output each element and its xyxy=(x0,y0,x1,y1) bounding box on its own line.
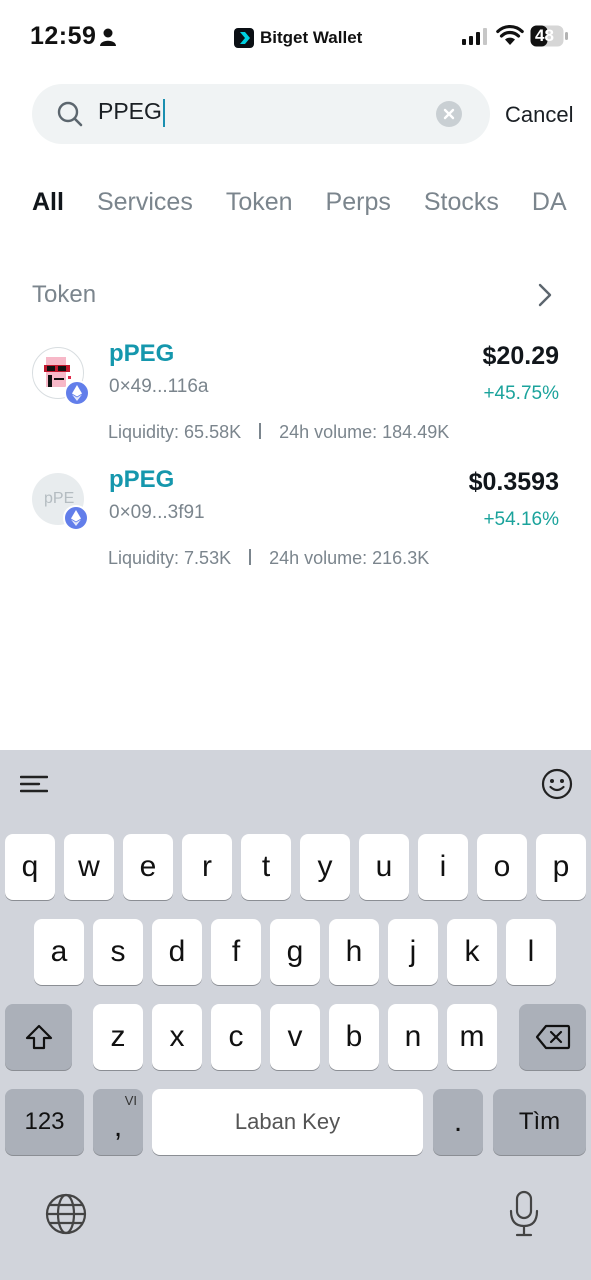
token-avatar xyxy=(32,347,90,406)
token-row[interactable]: pPE pPEG 0×09...3f91 $0.3593 +54.16% Liq… xyxy=(32,466,559,576)
text-caret xyxy=(162,98,165,127)
key-a[interactable]: a xyxy=(34,919,84,985)
key-y[interactable]: y xyxy=(300,834,350,900)
search-input-value: PPEG xyxy=(98,98,162,124)
key-o[interactable]: o xyxy=(477,834,527,900)
brand-name: Bitget Wallet xyxy=(260,28,363,47)
search-input[interactable]: PPEG xyxy=(98,98,418,130)
search-icon xyxy=(57,101,83,127)
language-label: VI xyxy=(124,1093,137,1108)
key-k[interactable]: k xyxy=(447,919,497,985)
ethereum-chain-icon xyxy=(63,505,89,531)
ethereum-chain-icon xyxy=(64,380,90,406)
key-g[interactable]: g xyxy=(270,919,320,985)
microphone-icon[interactable] xyxy=(508,1190,540,1238)
bitget-logo-icon xyxy=(234,28,254,48)
tab-all[interactable]: All xyxy=(32,188,64,217)
key-q[interactable]: q xyxy=(5,834,55,900)
token-row[interactable]: pPEG 0×49...116a $20.29 +45.75% Liquidit… xyxy=(32,340,559,450)
token-change: +45.75% xyxy=(483,383,559,404)
token-meta: Liquidity: 65.58K 24h volume: 184.49K xyxy=(108,422,449,443)
key-x[interactable]: x xyxy=(152,1004,202,1070)
globe-icon[interactable] xyxy=(44,1192,88,1236)
shift-icon xyxy=(25,1024,52,1050)
keyboard: q w e r t y u i o p a s d f g h j k l z … xyxy=(0,750,591,1280)
backspace-icon xyxy=(535,1024,570,1050)
status-bar: 12:59 Bitget Wallet 48 xyxy=(0,0,591,72)
token-price: $20.29 xyxy=(482,342,559,370)
key-d[interactable]: d xyxy=(152,919,202,985)
period-key[interactable]: . xyxy=(433,1089,483,1155)
keyboard-menu-icon[interactable] xyxy=(20,774,48,794)
key-r[interactable]: r xyxy=(182,834,232,900)
shift-key[interactable] xyxy=(5,1004,72,1070)
key-v[interactable]: v xyxy=(270,1004,320,1070)
key-z[interactable]: z xyxy=(93,1004,143,1070)
battery-level: 48 xyxy=(535,26,554,45)
cancel-button[interactable]: Cancel xyxy=(505,102,573,128)
key-h[interactable]: h xyxy=(329,919,379,985)
key-j[interactable]: j xyxy=(388,919,438,985)
divider xyxy=(259,423,262,439)
key-l[interactable]: l xyxy=(506,919,556,985)
token-change: +54.16% xyxy=(483,509,559,530)
token-price: $0.3593 xyxy=(468,468,559,496)
category-tabs: All Services Token Perps Stocks DA xyxy=(32,188,591,217)
key-p[interactable]: p xyxy=(536,834,586,900)
brand: Bitget Wallet xyxy=(234,28,362,48)
tab-stocks[interactable]: Stocks xyxy=(424,188,499,217)
tab-perps[interactable]: Perps xyxy=(326,188,391,217)
key-m[interactable]: m xyxy=(447,1004,497,1070)
token-liquidity: Liquidity: 65.58K xyxy=(108,422,242,442)
token-address: 0×09...3f91 xyxy=(109,502,205,523)
tab-token[interactable]: Token xyxy=(226,188,293,217)
divider xyxy=(249,549,252,565)
token-volume: 24h volume: 184.49K xyxy=(279,422,450,442)
key-u[interactable]: u xyxy=(359,834,409,900)
tab-services[interactable]: Services xyxy=(97,188,193,217)
wifi-icon xyxy=(496,24,524,45)
status-time: 12:59 xyxy=(30,22,97,50)
key-e[interactable]: e xyxy=(123,834,173,900)
key-s[interactable]: s xyxy=(93,919,143,985)
search-bar[interactable]: PPEG xyxy=(32,84,490,144)
section-title: Token xyxy=(32,281,97,308)
token-name: pPEG xyxy=(109,340,175,367)
key-w[interactable]: w xyxy=(64,834,114,900)
key-c[interactable]: c xyxy=(211,1004,261,1070)
comma-key[interactable]: VI , xyxy=(93,1089,143,1155)
search-return-key[interactable]: Tìm xyxy=(493,1089,586,1155)
key-b[interactable]: b xyxy=(329,1004,379,1070)
person-icon xyxy=(100,28,116,46)
space-key[interactable]: Laban Key xyxy=(152,1089,423,1155)
token-avatar: pPE xyxy=(32,473,89,531)
emoji-icon[interactable] xyxy=(541,768,573,800)
tab-dapps[interactable]: DA xyxy=(532,188,567,217)
comma-label: , xyxy=(113,1110,123,1143)
token-name: pPEG xyxy=(109,466,175,493)
token-meta: Liquidity: 7.53K 24h volume: 216.3K xyxy=(108,548,429,569)
token-address: 0×49...116a xyxy=(109,376,209,397)
cellular-signal-icon xyxy=(462,27,487,45)
token-liquidity: Liquidity: 7.53K xyxy=(108,548,232,568)
key-i[interactable]: i xyxy=(418,834,468,900)
key-t[interactable]: t xyxy=(241,834,291,900)
clear-search-icon[interactable] xyxy=(436,101,462,127)
backspace-key[interactable] xyxy=(519,1004,586,1070)
numbers-key[interactable]: 123 xyxy=(5,1089,84,1155)
chevron-right-icon[interactable] xyxy=(536,282,554,308)
key-f[interactable]: f xyxy=(211,919,261,985)
token-volume: 24h volume: 216.3K xyxy=(269,548,430,568)
battery-icon: 48 xyxy=(530,25,568,47)
key-n[interactable]: n xyxy=(388,1004,438,1070)
